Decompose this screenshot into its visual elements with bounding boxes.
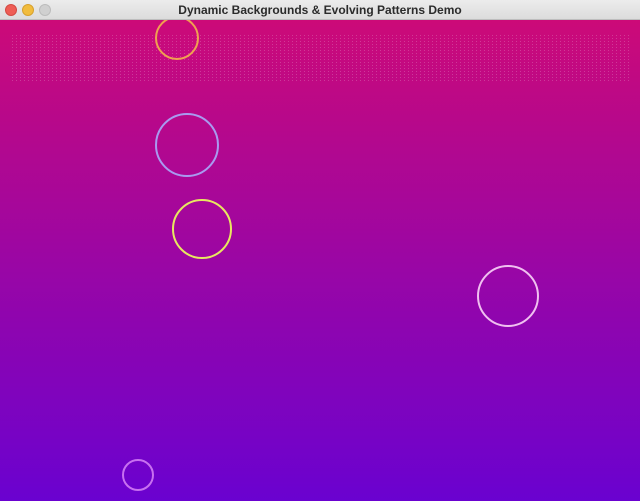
pattern-band-line xyxy=(35,96,165,98)
animation-canvas xyxy=(0,20,640,501)
window-title: Dynamic Backgrounds & Evolving Patterns … xyxy=(178,3,462,17)
title-bar[interactable]: Dynamic Backgrounds & Evolving Patterns … xyxy=(0,0,640,20)
pattern-band xyxy=(10,34,630,82)
pattern-band-line xyxy=(295,96,605,98)
gradient-background xyxy=(0,20,640,501)
app-window: Dynamic Backgrounds & Evolving Patterns … xyxy=(0,0,640,501)
scene-svg xyxy=(0,20,640,501)
